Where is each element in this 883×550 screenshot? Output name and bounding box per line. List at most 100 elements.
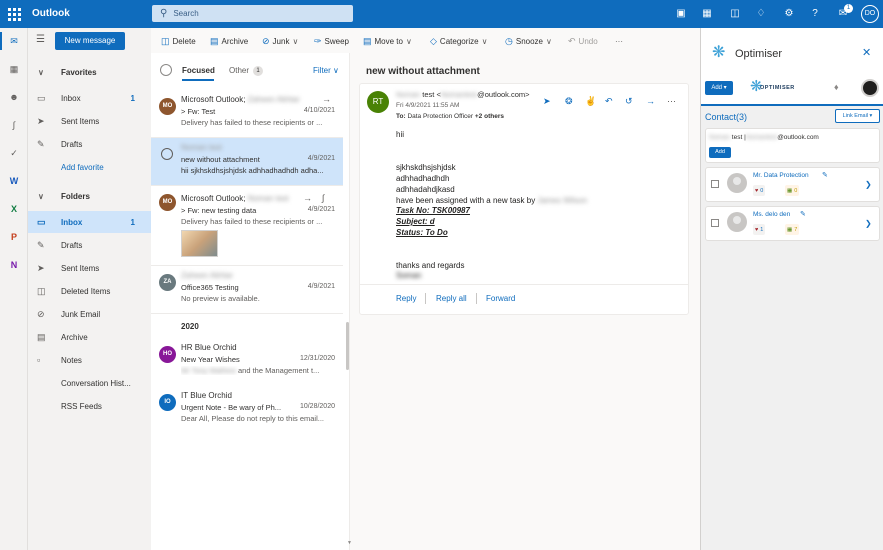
app-rail [0, 28, 28, 550]
meet-now-icon[interactable]: ▣ [673, 6, 689, 22]
people-icon[interactable]: ☻ [6, 89, 22, 105]
new-message-button[interactable]: New message [55, 32, 125, 50]
app-title[interactable]: Outlook [32, 8, 70, 19]
user-avatar[interactable]: DO [861, 5, 879, 23]
list-item[interactable]: MO Microsoft Outlook; Noman test → ∫ > F… [151, 186, 343, 266]
chevron-right-icon[interactable]: ❯ [865, 219, 872, 228]
list-item[interactable]: MO Microsoft Outlook; Zaheen Akhtar → > … [151, 90, 343, 138]
onenote-icon[interactable]: N [6, 257, 22, 273]
avatar: ZA [159, 274, 176, 291]
favorite-item-inbox[interactable]: ▭ Inbox 1 [28, 87, 151, 109]
person-checkbox[interactable] [711, 180, 719, 188]
favorites-header[interactable]: ∨ Favorites [28, 61, 151, 83]
add-favorite-link[interactable]: Add favorite [28, 156, 151, 178]
help-icon[interactable]: ? [807, 6, 823, 22]
person-checkbox[interactable] [711, 219, 719, 227]
send-icon: ➤ [37, 115, 45, 126]
pencil-icon: ✎ [37, 138, 45, 149]
person-name[interactable]: Mr. Data Protection [753, 172, 809, 179]
archive-icon: ▤ [37, 331, 46, 342]
snooze-button[interactable]: ◷ Snooze ∨ [505, 34, 552, 48]
folder-item-notes[interactable]: ▫ Notes [28, 349, 151, 371]
junk-button[interactable]: ⊘ Junk ∨ [262, 34, 298, 48]
tab-other[interactable]: Other [229, 66, 249, 75]
calendar-icon[interactable]: ▦ [6, 61, 22, 77]
message-subject: New Year Wishes [181, 355, 240, 364]
optimiser-addin-icon[interactable]: ➤ [543, 96, 551, 107]
office-icon[interactable]: ▦ [699, 6, 715, 22]
select-checkbox[interactable] [161, 148, 173, 160]
select-all-checkbox[interactable] [160, 64, 172, 76]
bell-icon[interactable]: ♦ [834, 82, 839, 92]
more-actions-button[interactable]: ··· [615, 34, 623, 48]
heart-icon: ♥ [755, 187, 759, 194]
excel-icon[interactable]: X [6, 201, 22, 217]
powerpoint-icon[interactable]: P [6, 229, 22, 245]
teams-icon[interactable]: ◫ [727, 6, 743, 22]
folder-item-drafts[interactable]: ✎ Drafts [28, 234, 151, 256]
folder-item-conversation-history[interactable]: Conversation Hist... [28, 372, 151, 394]
more-icon[interactable]: ⋯ [667, 96, 676, 107]
close-icon[interactable]: ✕ [862, 46, 871, 59]
folder-item-junk[interactable]: ⊘ Junk Email [28, 303, 151, 325]
forward-icon[interactable]: → [322, 94, 331, 104]
filter-button[interactable]: Filter ∨ [313, 66, 339, 75]
sender-label: test < [422, 90, 441, 99]
forward-link[interactable]: Forward [486, 294, 515, 303]
calendar-badge: ▦ 7 [785, 224, 800, 235]
move-to-button[interactable]: ▤ Move to ∨ [363, 34, 412, 48]
app-launcher-icon[interactable] [6, 6, 22, 22]
inbox-icon: ▭ [37, 216, 46, 227]
tab-focused[interactable]: Focused [182, 66, 215, 75]
folder-item-inbox[interactable]: ▭ Inbox 1 [28, 211, 151, 233]
forward-icon[interactable]: → [303, 193, 312, 203]
edit-icon[interactable]: ✎ [800, 210, 806, 218]
mail-icon[interactable]: ✉ [6, 33, 22, 49]
list-item[interactable]: ZA Zaheen Akhtar Office365 Testing 4/9/2… [151, 266, 343, 314]
archive-button[interactable]: ▤ Archive [210, 34, 248, 48]
add-contact-button[interactable]: Add [709, 147, 731, 158]
list-scrollbar[interactable] [346, 322, 349, 370]
list-item[interactable]: HO HR Blue Orchid New Year Wishes 12/31/… [151, 338, 343, 386]
like-icon[interactable]: ✌ [585, 96, 596, 107]
folder-item-sent[interactable]: ➤ Sent Items [28, 257, 151, 279]
avatar[interactable] [861, 79, 879, 97]
reply-link[interactable]: Reply [396, 294, 416, 303]
task-number: Task No: TSK00987 [396, 206, 470, 215]
person-name[interactable]: Ms. delo den [753, 211, 790, 218]
folders-header[interactable]: ∨ Folders [28, 185, 151, 207]
sender-avatar[interactable]: RT [367, 91, 389, 113]
sender-line[interactable]: Noman test <Nomantest@outlook.com> [396, 90, 530, 99]
todo-icon[interactable]: ✓ [6, 145, 22, 161]
undo-button[interactable]: ↶ Undo [568, 34, 598, 48]
scroll-down-icon[interactable]: ▼ [347, 540, 352, 546]
reply-icon[interactable]: ↶ [605, 96, 613, 107]
optimiser-add-button[interactable]: Add ▾ [705, 81, 733, 95]
delete-button[interactable]: ◫ Delete [161, 34, 196, 48]
list-item[interactable]: IO IT Blue Orchid Urgent Note - Be wary … [151, 386, 343, 434]
search-input[interactable]: ⚲ Search [152, 5, 353, 22]
categorize-button[interactable]: ◇ Categorize ∨ [430, 34, 487, 48]
favorite-item-sent[interactable]: ➤ Sent Items [28, 110, 151, 132]
hamburger-icon[interactable]: ☰ [36, 34, 45, 45]
link-email-button[interactable]: Link Email ▾ [835, 109, 880, 123]
reply-all-icon[interactable]: ↺ [625, 96, 633, 107]
gear-icon[interactable]: ⚙ [781, 6, 797, 22]
chevron-right-icon[interactable]: ❯ [865, 180, 872, 189]
delete-label: Delete [172, 36, 196, 46]
attachment-thumbnail[interactable] [181, 230, 218, 257]
edit-icon[interactable]: ✎ [822, 171, 828, 179]
folder-item-archive[interactable]: ▤ Archive [28, 326, 151, 348]
word-icon[interactable]: W [6, 173, 22, 189]
favorite-item-drafts[interactable]: ✎ Drafts [28, 133, 151, 155]
folder-item-rss[interactable]: RSS Feeds [28, 395, 151, 417]
forward-icon[interactable]: → [646, 96, 655, 106]
list-item[interactable]: Noman test new without attachment 4/9/20… [151, 138, 343, 186]
reply-all-link[interactable]: Reply all [436, 294, 467, 303]
recipient-line[interactable]: To: Data Protection Officer +2 others [396, 113, 504, 120]
swirl-addin-icon[interactable]: ❂ [565, 96, 573, 107]
folder-item-deleted[interactable]: ◫ Deleted Items [28, 280, 151, 302]
attachment-icon[interactable]: ∫ [6, 117, 22, 133]
sweep-button[interactable]: ✑ Sweep [314, 34, 349, 48]
bell-icon[interactable]: ♢ [753, 6, 769, 22]
